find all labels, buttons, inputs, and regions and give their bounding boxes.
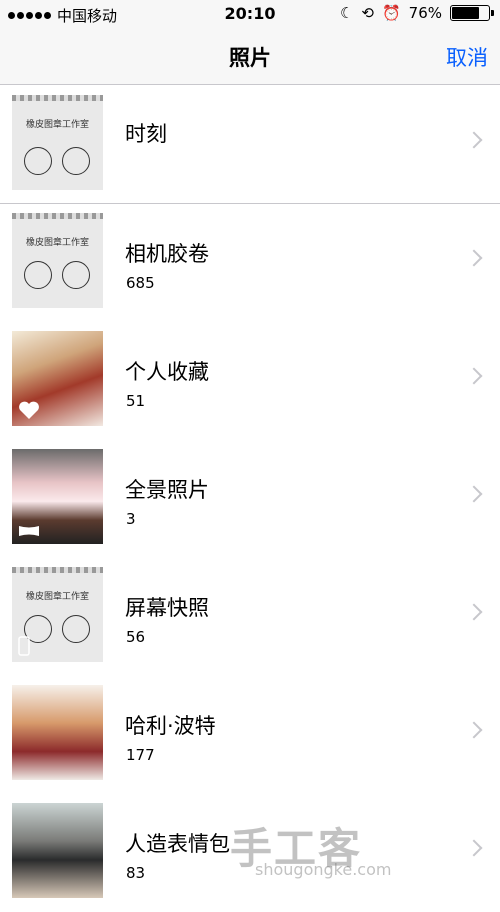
album-thumbnail: 橡皮图章工作室: [12, 213, 103, 308]
album-thumbnail: 橡皮图章工作室: [12, 95, 103, 190]
status-right: ☾ ⟲ ⏰ 76%: [339, 4, 494, 22]
album-row-panoramas[interactable]: 全景照片 3: [0, 440, 500, 558]
camera-icon: [24, 261, 52, 289]
rotation-lock-icon: ⟲: [361, 4, 374, 22]
album-list: 橡皮图章工作室 时刻 橡皮图章工作室 相机胶卷 685 个人收藏 51 全景照片…: [0, 86, 500, 912]
battery-percent: 76%: [408, 4, 442, 22]
album-thumbnail: [12, 331, 103, 426]
moon-icon: ☾: [339, 4, 354, 22]
album-count: 51: [126, 392, 146, 410]
photo-icon: [62, 261, 90, 289]
cancel-button[interactable]: 取消: [446, 42, 488, 72]
panorama-icon: [19, 526, 39, 536]
album-title: 人造表情包: [125, 832, 230, 856]
album-title: 屏幕快照: [125, 596, 209, 620]
chevron-right-icon: [465, 839, 483, 857]
album-title: 相机胶卷: [125, 242, 209, 266]
photo-icon: [62, 615, 90, 643]
thumbnail-caption: 橡皮图章工作室: [25, 120, 89, 130]
album-title: 全景照片: [125, 478, 209, 502]
album-thumbnail: 橡皮图章工作室: [12, 567, 103, 662]
album-count: 56: [126, 628, 146, 646]
chevron-right-icon: [465, 249, 483, 267]
phone-screenshot-icon: [18, 636, 30, 656]
album-row-camera-roll[interactable]: 橡皮图章工作室 相机胶卷 685: [0, 204, 500, 322]
album-title: 个人收藏: [125, 360, 209, 384]
album-title: 时刻: [125, 122, 167, 146]
album-row-screenshots[interactable]: 橡皮图章工作室 屏幕快照 56: [0, 558, 500, 676]
chevron-right-icon: [465, 367, 483, 385]
album-count: 177: [126, 746, 155, 764]
battery-icon: [450, 5, 494, 21]
thumbnail-caption: 橡皮图章工作室: [25, 238, 89, 248]
watermark-url: shougongke.com: [255, 860, 392, 879]
album-thumbnail: [12, 449, 103, 544]
chevron-right-icon: [465, 721, 483, 739]
chevron-right-icon: [465, 131, 483, 149]
thumbnail-caption: 橡皮图章工作室: [25, 592, 89, 602]
page-title: 照片: [229, 46, 271, 70]
album-row-favorites[interactable]: 个人收藏 51: [0, 322, 500, 440]
photo-icon: [62, 147, 90, 175]
camera-icon: [24, 147, 52, 175]
album-row-harry-potter[interactable]: 哈利·波特 177: [0, 676, 500, 794]
status-bar: 中国移动 20:10 ☾ ⟲ ⏰ 76%: [0, 0, 500, 28]
battery-level-fill: [452, 7, 479, 19]
chevron-right-icon: [465, 603, 483, 621]
album-title: 哈利·波特: [125, 714, 216, 738]
album-count: 3: [126, 510, 136, 528]
album-thumbnail: [12, 685, 103, 780]
heart-icon: [19, 401, 39, 419]
album-thumbnail: [12, 803, 103, 898]
album-count: 685: [126, 274, 155, 292]
navigation-bar: 照片 取消: [0, 28, 500, 85]
album-count: 83: [126, 864, 146, 882]
album-row-moments[interactable]: 橡皮图章工作室 时刻: [0, 86, 500, 204]
chevron-right-icon: [465, 485, 483, 503]
alarm-icon: ⏰: [381, 4, 401, 22]
